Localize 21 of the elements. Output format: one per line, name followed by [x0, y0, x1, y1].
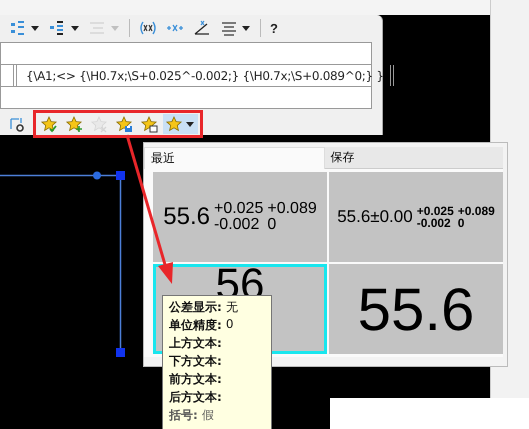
tolerance-value: 0	[458, 217, 466, 229]
dimension-value: 55.6	[163, 203, 210, 231]
property-value: 0	[226, 317, 234, 333]
property-value: 无	[226, 299, 238, 316]
tolerance-value: +0.025	[214, 201, 264, 217]
tolerance-value: +0.025	[416, 205, 454, 217]
tolerance-value: +0.089	[458, 205, 495, 217]
property-label: 括号:	[169, 407, 198, 424]
tolerance-value: -0.002	[416, 217, 452, 229]
dimension-value: 55.6±0.00	[337, 207, 413, 227]
property-label: 后方文本:	[169, 389, 222, 406]
property-label: 公差显示:	[169, 299, 222, 316]
property-label: 上方文本:	[169, 335, 222, 352]
property-label: 下方文本:	[169, 353, 222, 370]
property-value: 假	[202, 407, 214, 424]
tolerance-value: -0.002	[214, 217, 260, 233]
tolerance-value: 0	[267, 217, 278, 233]
property-label: 单位精度:	[169, 317, 222, 334]
property-label: 前方文本:	[169, 371, 222, 388]
tolerance-value: +0.089	[267, 201, 317, 217]
dimension-value: 55.6	[358, 274, 474, 344]
